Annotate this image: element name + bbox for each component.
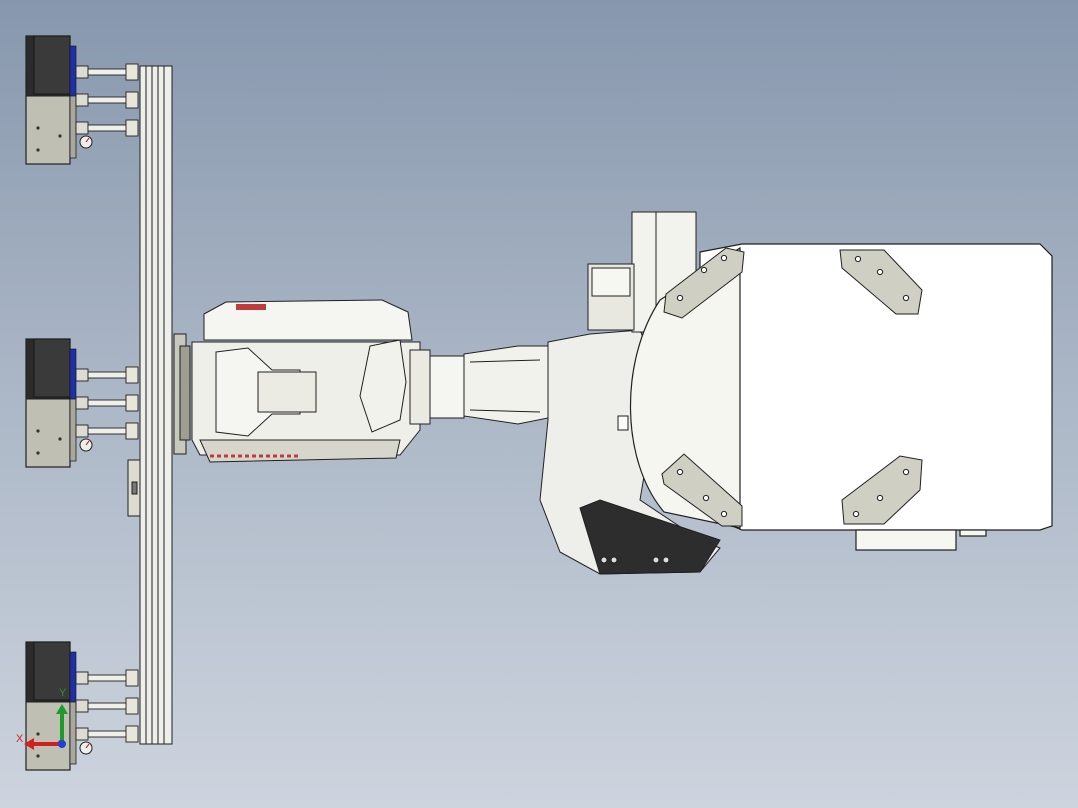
tool-flange bbox=[173, 333, 191, 455]
vacuum-unit-bottom bbox=[25, 641, 139, 771]
vacuum-unit-top bbox=[25, 35, 139, 165]
cad-3d-viewport[interactable]: X Y bbox=[0, 0, 1078, 808]
robot-wrist-forearm bbox=[191, 299, 421, 463]
triad-y-label: Y bbox=[59, 687, 67, 699]
vacuum-unit-middle bbox=[25, 338, 139, 468]
robot-arm-tube bbox=[409, 345, 549, 425]
robot-model-view[interactable] bbox=[0, 0, 1078, 808]
triad-x-label: X bbox=[16, 733, 24, 745]
